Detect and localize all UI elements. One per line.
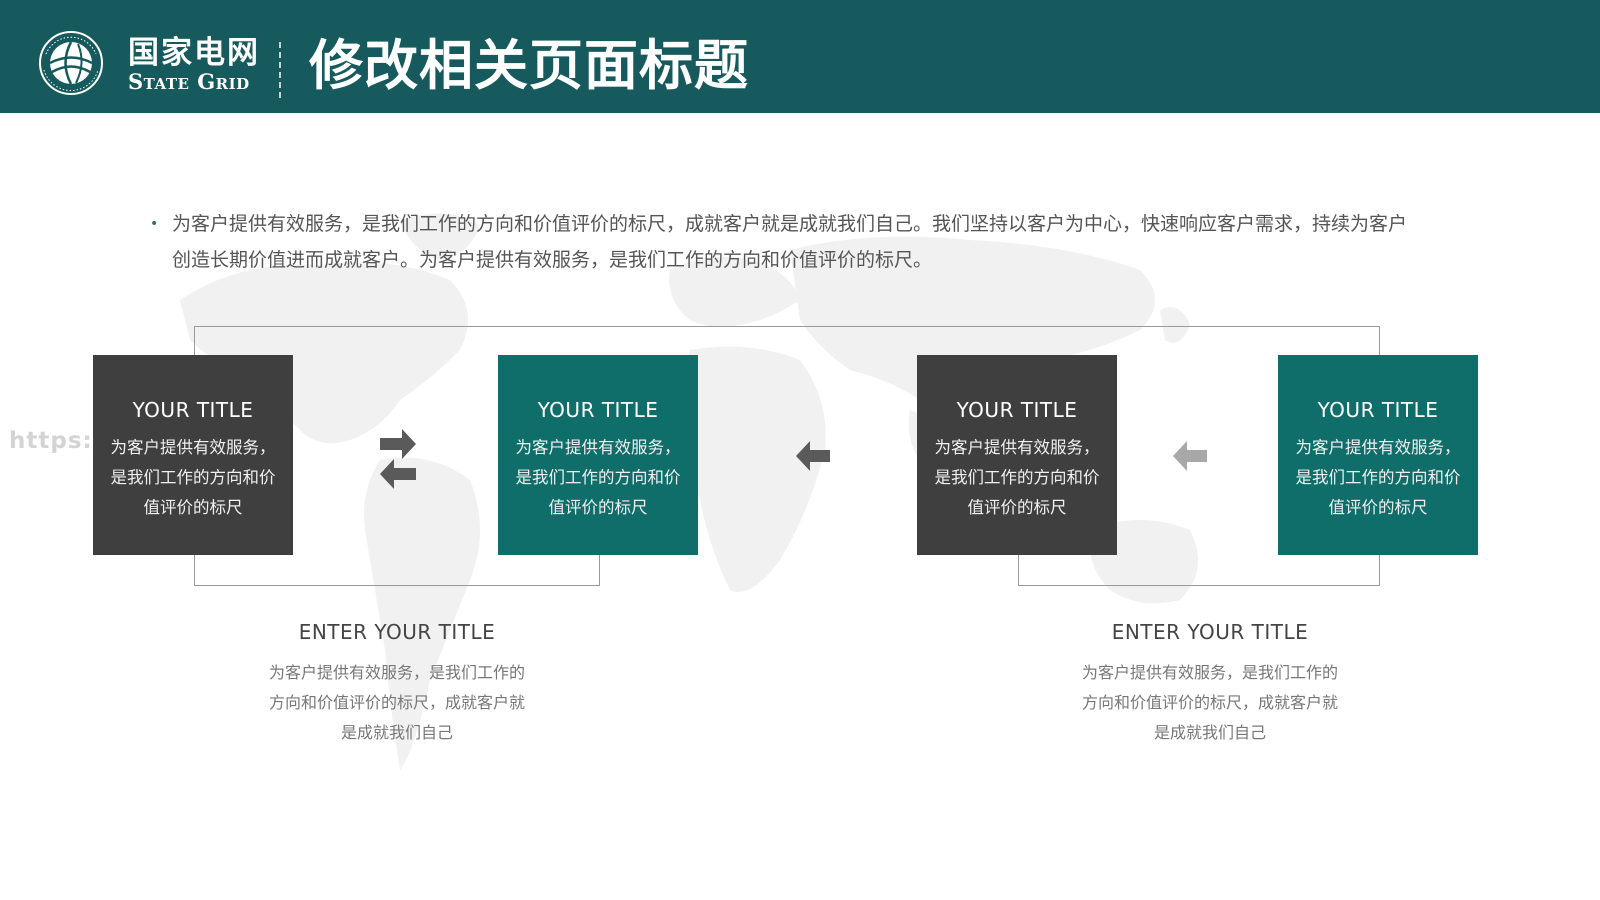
step-box-title: YOUR TITLE <box>1317 398 1439 422</box>
exchange-arrows-icon <box>380 429 416 489</box>
logo-text-cn: 国家电网 <box>128 35 260 71</box>
caption-title: ENTER YOUR TITLE <box>298 620 496 644</box>
connector-bottom-right <box>1018 554 1380 586</box>
step-box-desc: 为客户提供有效服务，是我们工作的方向和价值评价的标尺 <box>934 438 1100 517</box>
arrow-left-icon <box>1173 441 1207 471</box>
header-bar: 国家电网 State Grid 修改相关页面标题 <box>0 0 1600 113</box>
step-box-4: YOUR TITLE 为客户提供有效服务，是我们工作的方向和价值评价的标尺 <box>1278 355 1478 555</box>
page-title: 修改相关页面标题 <box>309 34 749 97</box>
watermark-text: https:/ <box>9 428 103 454</box>
intro-text: 为客户提供有效服务，是我们工作的方向和价值评价的标尺，成就客户就是成就我们自己。… <box>172 213 1408 271</box>
step-box-title: YOUR TITLE <box>132 398 254 422</box>
connector-bottom-left <box>194 554 600 586</box>
caption-text: 为客户提供有效服务，是我们工作的方向和价值评价的标尺，成就客户就是成就我们自己 <box>1081 663 1338 742</box>
step-box-desc: 为客户提供有效服务，是我们工作的方向和价值评价的标尺 <box>515 438 681 517</box>
caption-text: 为客户提供有效服务，是我们工作的方向和价值评价的标尺，成就客户就是成就我们自己 <box>268 663 525 742</box>
caption-title: ENTER YOUR TITLE <box>1111 620 1309 644</box>
caption-left: ENTER YOUR TITLE 为客户提供有效服务，是我们工作的方向和价值评价… <box>232 618 562 748</box>
logo-text-en: State Grid <box>128 69 250 94</box>
step-box-desc: 为客户提供有效服务，是我们工作的方向和价值评价的标尺 <box>110 438 276 517</box>
intro-paragraph: • 为客户提供有效服务，是我们工作的方向和价值评价的标尺，成就客户就是成就我们自… <box>150 206 1410 278</box>
caption-right: ENTER YOUR TITLE 为客户提供有效服务，是我们工作的方向和价值评价… <box>1045 618 1375 748</box>
step-box-2: YOUR TITLE 为客户提供有效服务，是我们工作的方向和价值评价的标尺 <box>498 355 698 555</box>
step-box-desc: 为客户提供有效服务，是我们工作的方向和价值评价的标尺 <box>1295 438 1461 517</box>
step-box-title: YOUR TITLE <box>956 398 1078 422</box>
step-box-3: YOUR TITLE 为客户提供有效服务，是我们工作的方向和价值评价的标尺 <box>917 355 1117 555</box>
step-box-title: YOUR TITLE <box>537 398 659 422</box>
arrow-left-icon <box>796 441 830 471</box>
header-divider <box>279 42 281 98</box>
globe-logo-icon <box>39 31 103 95</box>
bullet-dot-icon: • <box>150 216 159 232</box>
step-box-1: YOUR TITLE 为客户提供有效服务，是我们工作的方向和价值评价的标尺 <box>93 355 293 555</box>
connector-top <box>194 326 1380 356</box>
